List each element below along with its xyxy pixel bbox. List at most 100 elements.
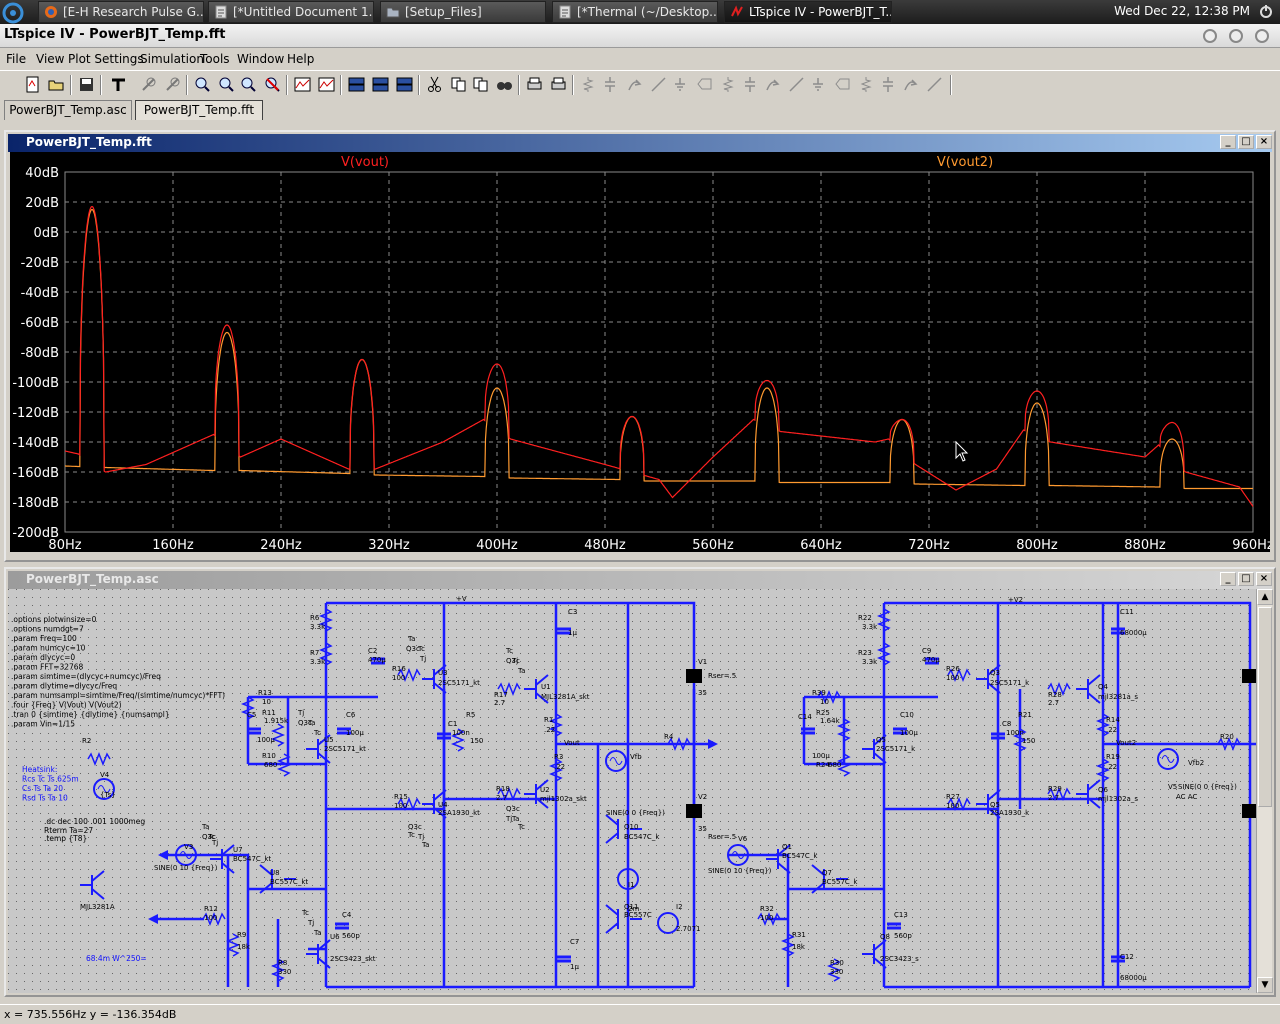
new-schematic-icon bbox=[26, 76, 39, 93]
undo-button[interactable] bbox=[808, 74, 829, 95]
tab-schematic[interactable]: PowerBJT_Temp.asc bbox=[4, 100, 132, 120]
scroll-down-icon[interactable]: ▼ bbox=[1257, 977, 1273, 993]
close-button[interactable] bbox=[1255, 29, 1269, 43]
print-button[interactable] bbox=[548, 74, 569, 95]
autorange-button[interactable] bbox=[292, 74, 313, 95]
cut-button[interactable] bbox=[424, 74, 445, 95]
schematic-vertical-scrollbar[interactable]: ▲ ▼ bbox=[1256, 589, 1273, 993]
zoom-in-button[interactable] bbox=[192, 74, 213, 95]
menu-file[interactable]: File bbox=[6, 52, 26, 66]
net-label: Tc bbox=[301, 909, 309, 917]
autorange-all-button[interactable] bbox=[316, 74, 337, 95]
ground-button[interactable] bbox=[600, 74, 621, 95]
wire-button[interactable] bbox=[578, 74, 599, 95]
control-panel-button[interactable] bbox=[108, 74, 129, 95]
trace-label[interactable]: V(vout) bbox=[341, 155, 389, 170]
diode-button[interactable] bbox=[718, 74, 739, 95]
text-button[interactable] bbox=[900, 74, 921, 95]
plot-minimize-button[interactable]: _ bbox=[1220, 135, 1236, 149]
fft-chart[interactable]: 80Hz 160Hz 240Hz 320Hz 400Hz 480Hz 560Hz 640Hz 7… bbox=[10, 152, 1274, 553]
task-text-editor-1[interactable]: [*Untitled Document 1... bbox=[208, 1, 374, 23]
task-ltspice[interactable]: LTspice IV - PowerBJT_T... bbox=[724, 1, 892, 23]
component-button[interactable] bbox=[740, 74, 761, 95]
drag-button[interactable] bbox=[786, 74, 807, 95]
mirror-button[interactable] bbox=[878, 74, 899, 95]
zoom-fit-button[interactable] bbox=[216, 74, 237, 95]
find-button[interactable] bbox=[494, 74, 515, 95]
component-label: U4 bbox=[438, 801, 448, 809]
tile-windows-button[interactable] bbox=[394, 74, 415, 95]
schematic-maximize-button[interactable]: □ bbox=[1238, 572, 1254, 586]
component-label: U8 bbox=[270, 869, 280, 877]
inductor-button[interactable] bbox=[694, 74, 715, 95]
print-setup-button[interactable] bbox=[524, 74, 545, 95]
component-label: R11 bbox=[262, 709, 276, 717]
net-label: Ta bbox=[511, 815, 519, 823]
label-net-button[interactable] bbox=[624, 74, 645, 95]
new-schematic-button[interactable] bbox=[22, 74, 43, 95]
redo-button[interactable] bbox=[832, 74, 853, 95]
pan-button[interactable] bbox=[162, 74, 183, 95]
zoom-out-button[interactable] bbox=[238, 74, 259, 95]
component-label: 3.3k bbox=[862, 658, 878, 666]
menu-tools[interactable]: Tools bbox=[200, 52, 230, 66]
schematic-comment: 68.4m W^250= bbox=[86, 954, 147, 963]
scroll-up-icon[interactable]: ▲ bbox=[1257, 589, 1273, 605]
pan-icon bbox=[166, 77, 180, 91]
menu-window[interactable]: Window bbox=[237, 52, 284, 66]
app-title-bar: LTspice IV - PowerBJT_Temp.fft bbox=[0, 24, 1280, 48]
y-tick-label: -120dB bbox=[12, 406, 59, 421]
x-tick-label: 800Hz bbox=[1016, 538, 1058, 552]
schematic-close-button[interactable]: × bbox=[1256, 572, 1272, 586]
distro-menu-icon[interactable] bbox=[2, 2, 24, 24]
task-file-manager[interactable]: [Setup_Files] bbox=[380, 1, 546, 23]
plot-maximize-button[interactable]: □ bbox=[1238, 135, 1254, 149]
save-button[interactable] bbox=[76, 74, 97, 95]
tab-fft[interactable]: PowerBJT_Temp.fft bbox=[135, 100, 263, 120]
open-button[interactable] bbox=[46, 74, 67, 95]
component-label: C1 bbox=[448, 720, 457, 728]
heatsink-comment: Heatsink: bbox=[22, 765, 57, 774]
series-line-vvout[interactable] bbox=[64, 205, 1254, 507]
cascade-button[interactable] bbox=[370, 74, 391, 95]
battery-source[interactable] bbox=[686, 669, 702, 683]
component-label: I1 bbox=[628, 881, 635, 889]
task-text-editor-2[interactable]: [*Thermal (~/Desktop... bbox=[552, 1, 718, 23]
minimize-button[interactable] bbox=[1203, 29, 1217, 43]
rotate-button[interactable] bbox=[856, 74, 877, 95]
trace-label[interactable]: V(vout2) bbox=[937, 155, 993, 170]
move-icon bbox=[766, 79, 780, 91]
menu-view[interactable]: View bbox=[36, 52, 64, 66]
spice-directive-button[interactable] bbox=[924, 74, 945, 95]
power-icon[interactable] bbox=[1258, 3, 1274, 19]
document-tabs: PowerBJT_Temp.asc PowerBJT_Temp.fft bbox=[0, 98, 1280, 122]
task-firefox[interactable]: [E-H Research Pulse G... bbox=[38, 1, 204, 23]
text-editor-icon bbox=[559, 5, 571, 19]
spice-directive: .param numsampl=simtime/Freq/(simtime/nu… bbox=[11, 691, 225, 700]
component-label: U6 bbox=[330, 933, 340, 941]
maximize-button[interactable] bbox=[1229, 29, 1243, 43]
resistor-button[interactable] bbox=[648, 74, 669, 95]
schematic-drawing[interactable]: .options plotwinsize=0.options numdgt=7.… bbox=[8, 589, 1258, 993]
mirror-icon bbox=[883, 77, 893, 92]
menu-simulation[interactable]: Simulation bbox=[140, 52, 204, 66]
clock[interactable]: Wed Dec 22, 12:38 PM bbox=[1114, 0, 1250, 24]
waveform-plot[interactable]: 80Hz 160Hz 240Hz 320Hz 400Hz 480Hz 560Hz 640Hz 7… bbox=[10, 152, 1274, 553]
menu-help[interactable]: Help bbox=[287, 52, 314, 66]
paste-button[interactable] bbox=[470, 74, 491, 95]
schematic-minimize-button[interactable]: _ bbox=[1220, 572, 1236, 586]
plot-close-button[interactable]: × bbox=[1256, 135, 1272, 149]
scroll-thumb[interactable] bbox=[1258, 607, 1272, 807]
component-label: 330 bbox=[278, 968, 291, 976]
series-line-vvout2[interactable] bbox=[65, 208, 1253, 490]
capacitor-button[interactable] bbox=[670, 74, 691, 95]
zoom-cancel-button[interactable] bbox=[262, 74, 283, 95]
move-button[interactable] bbox=[762, 74, 783, 95]
task-label: [*Untitled Document 1... bbox=[233, 5, 374, 19]
menu-plot-settings[interactable]: Plot Settings bbox=[68, 52, 144, 66]
battery-source[interactable] bbox=[686, 804, 702, 818]
schematic-canvas[interactable]: .options plotwinsize=0 .options numdgt=7.… bbox=[8, 589, 1258, 993]
copy-button[interactable] bbox=[448, 74, 469, 95]
run-button[interactable] bbox=[138, 74, 159, 95]
tile-horizontal-button[interactable] bbox=[346, 74, 367, 95]
